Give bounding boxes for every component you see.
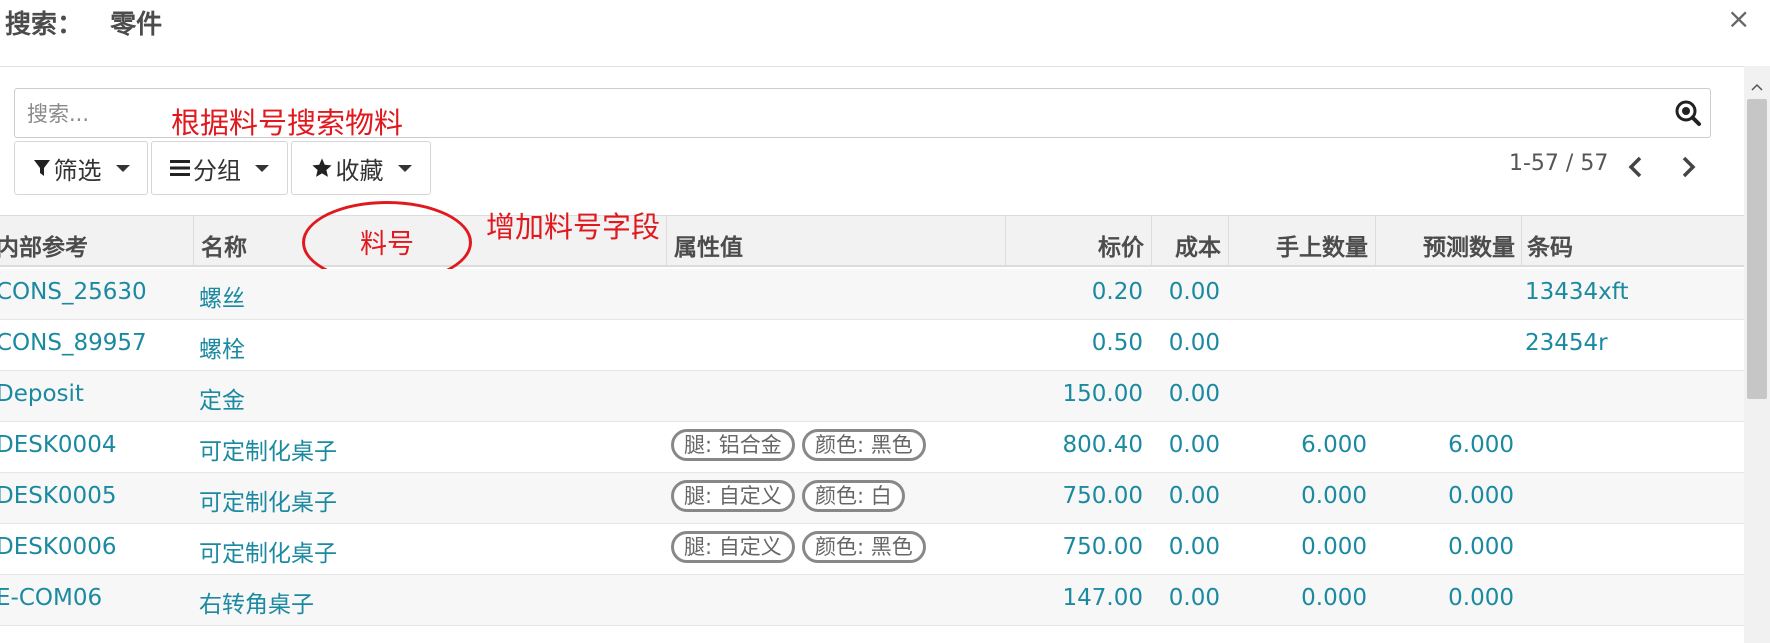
column-divider — [1375, 216, 1376, 266]
star-icon — [311, 157, 333, 179]
cell-name[interactable]: 螺丝 — [199, 279, 245, 313]
favorites-button[interactable]: 收藏 — [291, 141, 431, 195]
search-icon[interactable] — [1674, 99, 1702, 131]
cell-ref[interactable]: E-COM06 — [0, 585, 102, 611]
group-button[interactable]: 分组 — [151, 141, 288, 195]
header-divider — [0, 66, 1770, 67]
scrollbar-thumb[interactable] — [1747, 99, 1767, 399]
filter-icon — [33, 158, 51, 178]
table-row[interactable]: DESK0005 可定制化桌子 腿: 自定义 颜色: 白 750.00 0.00… — [0, 473, 1744, 524]
column-divider — [1228, 216, 1229, 266]
cell-ref[interactable]: CONS_89957 — [0, 330, 147, 356]
cell-onhand[interactable]: 0.000 — [1232, 585, 1367, 611]
cell-price[interactable]: 800.40 — [1010, 432, 1143, 458]
annotation-field-note: 增加料号字段 — [486, 210, 661, 244]
cell-onhand[interactable]: 0.000 — [1232, 483, 1367, 509]
cell-price[interactable]: 150.00 — [1010, 381, 1143, 407]
chevron-left-icon[interactable] — [1627, 155, 1645, 183]
chevron-right-icon[interactable] — [1679, 155, 1697, 183]
column-divider — [666, 216, 667, 266]
column-header-name[interactable]: 名称 — [201, 228, 247, 262]
cell-ref[interactable]: DESK0005 — [0, 483, 116, 509]
cell-cost[interactable]: 0.00 — [1155, 432, 1220, 458]
table-row[interactable]: DESK0004 可定制化桌子 腿: 铝合金 颜色: 黑色 800.40 0.0… — [0, 422, 1744, 473]
favorites-button-label: 收藏 — [335, 156, 384, 185]
cell-barcode[interactable]: 13434xft — [1525, 279, 1629, 305]
cell-name[interactable]: 螺栓 — [199, 330, 245, 364]
filter-button-label: 筛选 — [53, 156, 102, 185]
table-row[interactable]: DESK0006 可定制化桌子 腿: 自定义 颜色: 黑色 750.00 0.0… — [0, 524, 1744, 575]
cell-price[interactable]: 147.00 — [1010, 585, 1143, 611]
attribute-tag: 颜色: 黑色 — [802, 429, 926, 461]
column-header-price[interactable]: 标价 — [1010, 228, 1144, 262]
column-divider — [1521, 216, 1522, 266]
cell-onhand[interactable]: 0.000 — [1232, 534, 1367, 560]
cell-cost[interactable]: 0.00 — [1155, 381, 1220, 407]
close-icon[interactable]: × — [1727, 2, 1750, 35]
table-row[interactable]: Deposit 定金 150.00 0.00 — [0, 371, 1744, 422]
column-header-attrs[interactable]: 属性值 — [674, 228, 743, 262]
cell-forecast[interactable]: 0.000 — [1380, 585, 1514, 611]
cell-ref[interactable]: DESK0006 — [0, 534, 116, 560]
annotation-search-note: 根据料号搜索物料 — [171, 106, 404, 140]
cell-cost[interactable]: 0.00 — [1155, 534, 1220, 560]
attribute-tag: 腿: 自定义 — [671, 531, 795, 563]
dialog-title: 搜索： 零件 — [5, 10, 163, 40]
cell-price[interactable]: 750.00 — [1010, 483, 1143, 509]
cell-cost[interactable]: 0.00 — [1155, 483, 1220, 509]
attribute-tag: 腿: 铝合金 — [671, 429, 795, 461]
cell-price[interactable]: 0.20 — [1010, 279, 1143, 305]
cell-barcode[interactable]: 23454r — [1525, 330, 1608, 356]
attribute-tag: 颜色: 白 — [802, 480, 905, 512]
cell-name[interactable]: 可定制化桌子 — [199, 432, 337, 466]
cell-onhand[interactable]: 6.000 — [1232, 432, 1367, 458]
attribute-tag: 腿: 自定义 — [671, 480, 795, 512]
column-header-ref[interactable]: 内部参考 — [0, 228, 88, 262]
cell-ref[interactable]: CONS_25630 — [0, 279, 147, 305]
table-row[interactable]: CONS_89957 螺栓 0.50 0.00 23454r — [0, 320, 1744, 371]
chevron-up-icon[interactable] — [1751, 76, 1763, 95]
cell-price[interactable]: 0.50 — [1010, 330, 1143, 356]
pager-value: 1-57 / 57 — [1509, 151, 1609, 176]
column-divider — [193, 216, 194, 266]
cell-forecast[interactable]: 6.000 — [1380, 432, 1514, 458]
column-divider — [1151, 216, 1152, 266]
cell-forecast[interactable]: 0.000 — [1380, 534, 1514, 560]
attribute-tag: 颜色: 黑色 — [802, 531, 926, 563]
chevron-down-icon — [115, 164, 130, 172]
cell-forecast[interactable]: 0.000 — [1380, 483, 1514, 509]
cell-cost[interactable]: 0.00 — [1155, 585, 1220, 611]
annotation-circled-label: 料号 — [360, 229, 414, 260]
column-header-cost[interactable]: 成本 — [1155, 228, 1221, 262]
list-icon — [170, 159, 190, 177]
vertical-scrollbar[interactable] — [1744, 66, 1770, 643]
cell-cost[interactable]: 0.00 — [1155, 330, 1220, 356]
cell-ref[interactable]: Deposit — [0, 381, 84, 407]
cell-cost[interactable]: 0.00 — [1155, 279, 1220, 305]
cell-name[interactable]: 右转角桌子 — [199, 585, 314, 619]
cell-name[interactable]: 定金 — [199, 381, 245, 415]
cell-ref[interactable]: DESK0004 — [0, 432, 116, 458]
column-header-onhand[interactable]: 手上数量 — [1232, 228, 1368, 262]
table-header: 内部参考 名称 属性值 标价 成本 手上数量 预测数量 条码 — [0, 215, 1744, 267]
column-header-forecast[interactable]: 预测数量 — [1380, 228, 1515, 262]
cell-price[interactable]: 750.00 — [1010, 534, 1143, 560]
cell-name[interactable]: 可定制化桌子 — [199, 534, 337, 568]
column-header-barcode[interactable]: 条码 — [1527, 228, 1573, 262]
chevron-down-icon — [255, 164, 269, 172]
column-divider — [1005, 216, 1006, 266]
cell-name[interactable]: 可定制化桌子 — [199, 483, 337, 517]
filter-button[interactable]: 筛选 — [14, 141, 148, 195]
chevron-down-icon — [397, 164, 412, 172]
table-row[interactable]: CONS_25630 螺丝 0.20 0.00 13434xft — [0, 269, 1744, 320]
group-button-label: 分组 — [193, 156, 241, 185]
table-row[interactable]: E-COM06 右转角桌子 147.00 0.00 0.000 0.000 — [0, 575, 1744, 626]
